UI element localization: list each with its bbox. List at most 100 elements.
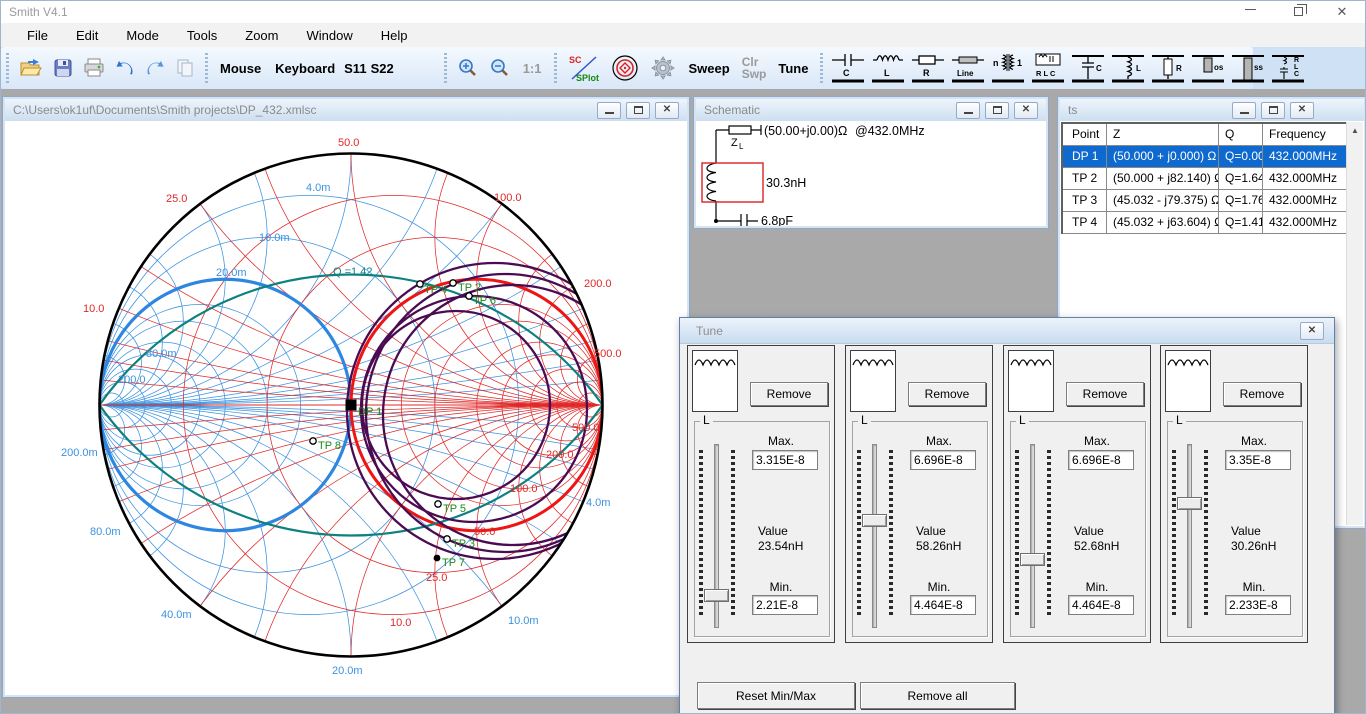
shunt-l-component-button[interactable]: L [1108, 50, 1148, 86]
table-row[interactable]: DP 1(50.000 + j0.000) ΩQ=0.000432.000MHz [1063, 146, 1348, 168]
remove-tuner-button[interactable]: Remove [1066, 382, 1144, 406]
keyboard-mode-button[interactable]: Keyboard [268, 51, 342, 85]
close-icon[interactable]: ✕ [655, 102, 679, 119]
maximize-button[interactable] [985, 102, 1009, 119]
chart-marker-tp-8[interactable] [310, 438, 316, 444]
max-value-input[interactable]: 3.35E-8 [1225, 450, 1291, 470]
max-value-input[interactable]: 6.696E-8 [1068, 450, 1134, 470]
close-icon[interactable]: ✕ [1014, 102, 1038, 119]
slider-track[interactable] [872, 444, 877, 628]
inductor-value[interactable]: 30.3nH [766, 176, 806, 190]
menu-file[interactable]: File [13, 25, 62, 46]
series-l-component-button[interactable]: L [868, 50, 908, 86]
menu-edit[interactable]: Edit [62, 25, 112, 46]
slider-thumb[interactable] [1177, 497, 1202, 510]
table-row[interactable]: TP 2(50.000 + j82.140) ΩQ=1.643432.000MH… [1063, 168, 1348, 190]
shunt-r-component-button[interactable]: R [1148, 50, 1188, 86]
table-row[interactable]: TP 3(45.032 - j79.375) ΩQ=1.763432.000MH… [1063, 190, 1348, 212]
shunt-c-component-button[interactable]: C [1068, 50, 1108, 86]
column-header-q[interactable]: Q [1219, 124, 1263, 146]
app-restore-button[interactable] [1281, 1, 1315, 23]
save-button[interactable] [48, 51, 78, 85]
minimize-button[interactable] [956, 102, 980, 119]
reset-minmax-button[interactable]: Reset Min/Max [697, 682, 855, 709]
minimize-button[interactable] [1232, 102, 1256, 119]
column-header-point[interactable]: Point [1063, 124, 1107, 146]
chart-window-titlebar[interactable]: C:\Users\ok1uf\Documents\Smith projects\… [5, 99, 687, 121]
undo-button[interactable] [110, 51, 140, 85]
transformer-component-button[interactable]: n1 [988, 50, 1028, 86]
max-value-input[interactable]: 3.315E-8 [752, 450, 818, 470]
menu-help[interactable]: Help [367, 25, 422, 46]
print-button[interactable] [78, 51, 110, 85]
tune-button[interactable]: Tune [771, 51, 815, 85]
max-value-input[interactable]: 6.696E-8 [910, 450, 976, 470]
slider-thumb[interactable] [704, 589, 729, 602]
zoom-in-button[interactable] [452, 51, 484, 85]
chart-marker-tp-7[interactable] [434, 555, 441, 562]
open-stub-component-button[interactable]: os [1188, 50, 1228, 86]
clear-sweep-button[interactable]: ClrSwp [737, 51, 772, 85]
column-header-frequency[interactable]: Frequency [1263, 124, 1348, 146]
chart-marker-tp-6[interactable] [466, 293, 472, 299]
chart-marker-tp-5[interactable] [435, 501, 441, 507]
remove-tuner-button[interactable]: Remove [750, 382, 828, 406]
sc-splot-button[interactable]: SC SPlot [562, 51, 606, 85]
mouse-mode-button[interactable]: Mouse [213, 51, 268, 85]
chart-marker-tp-2[interactable] [450, 280, 456, 286]
tune-dialog-titlebar[interactable]: Tune [680, 318, 1334, 344]
series-r-component-button[interactable]: R [908, 50, 948, 86]
app-minimize-button[interactable] [1233, 1, 1267, 23]
scroll-up-icon[interactable]: ▲ [1347, 122, 1363, 139]
copy-button[interactable] [170, 51, 200, 85]
menu-tools[interactable]: Tools [173, 25, 231, 46]
menu-zoom[interactable]: Zoom [231, 25, 292, 46]
points-scrollbar[interactable]: ▲ [1346, 122, 1363, 525]
column-header-z[interactable]: Z [1107, 124, 1219, 146]
smith-target-button[interactable] [606, 51, 644, 85]
open-button[interactable] [14, 51, 48, 85]
svg-text:C: C [843, 68, 850, 78]
series-c-component-button[interactable]: C [828, 50, 868, 86]
sweep-button[interactable]: Sweep [682, 51, 737, 85]
settings-gear-button[interactable] [644, 51, 682, 85]
shunt-rlc-component-button[interactable]: RLC [1268, 50, 1308, 86]
maximize-button[interactable] [626, 102, 650, 119]
redo-button[interactable] [140, 51, 170, 85]
close-icon[interactable]: ✕ [1290, 102, 1314, 119]
zoom-out-button[interactable] [484, 51, 516, 85]
slider-thumb[interactable] [1020, 553, 1045, 566]
slider-track[interactable] [1187, 444, 1192, 628]
chart-marker-dp-1[interactable] [346, 400, 357, 411]
maximize-button[interactable] [1261, 102, 1285, 119]
min-value-input[interactable]: 2.21E-8 [752, 595, 818, 615]
schematic-canvas[interactable]: Z L (50.00+j0.00)Ω @432.0MHz 30.3nH 6.8p… [697, 122, 1047, 226]
slider-track[interactable] [1030, 444, 1035, 628]
chart-marker-tp-4[interactable] [417, 281, 423, 287]
table-row[interactable]: TP 4(45.032 + j63.604) ΩQ=1.412432.000MH… [1063, 212, 1348, 234]
min-value-input[interactable]: 4.464E-8 [910, 595, 976, 615]
schematic-window-titlebar[interactable]: Schematic ✕ [696, 99, 1046, 121]
shorted-stub-component-button[interactable]: ss [1228, 50, 1268, 86]
smith-chart[interactable]: 50.025.04.0m100.010.0m20.0mQ =1.42200.01… [6, 122, 688, 696]
menu-window[interactable]: Window [292, 25, 366, 46]
minimize-button[interactable] [597, 102, 621, 119]
zoom-1to1-button[interactable]: 1:1 [516, 51, 549, 85]
menu-mode[interactable]: Mode [112, 25, 173, 46]
min-value-input[interactable]: 2.233E-8 [1225, 595, 1291, 615]
remove-tuner-button[interactable]: Remove [1223, 382, 1301, 406]
min-label: Min. [1219, 580, 1289, 594]
points-window-titlebar[interactable]: ts ✕ [1060, 99, 1364, 121]
app-close-button[interactable]: ✕ [1325, 1, 1359, 23]
s22-button[interactable]: S22 [369, 51, 396, 85]
remove-all-button[interactable]: Remove all [860, 682, 1015, 709]
series-rlc-component-button[interactable]: R L C [1028, 50, 1068, 86]
remove-tuner-button[interactable]: Remove [908, 382, 986, 406]
capacitor-value[interactable]: 6.8pF [761, 214, 793, 226]
close-icon[interactable]: ✕ [1300, 322, 1324, 340]
chart-marker-tp-3[interactable] [444, 536, 450, 542]
series-line-component-button[interactable]: Line [948, 50, 988, 86]
s11-button[interactable]: S11 [342, 51, 368, 85]
slider-thumb[interactable] [862, 514, 887, 527]
min-value-input[interactable]: 4.464E-8 [1068, 595, 1134, 615]
